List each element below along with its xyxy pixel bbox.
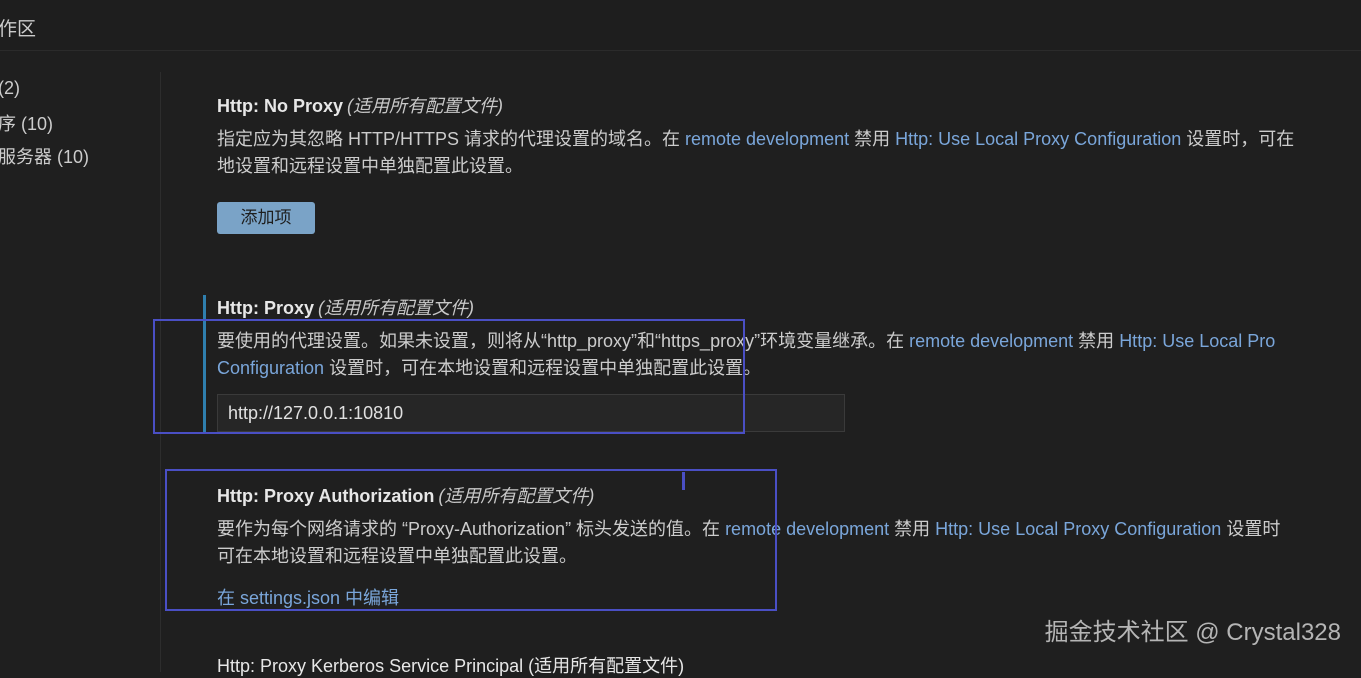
- setting-scope: (适用所有配置文件): [318, 298, 475, 318]
- desc-text: 地设置和远程设置中单独配置此设置。: [217, 156, 523, 176]
- setting-proxy: Http: Proxy (适用所有配置文件) 要使用的代理设置。如果未设置，则将从…: [217, 294, 1275, 382]
- remote-development-link[interactable]: remote development: [725, 519, 889, 539]
- setting-title: Http: Proxy Authorization (适用所有配置文件): [217, 482, 1280, 508]
- use-local-proxy-link[interactable]: Http: Use Local Proxy Configuration: [935, 519, 1221, 539]
- desc-text: 设置时: [1221, 519, 1281, 539]
- use-local-proxy-link[interactable]: Http: Use Local Proxy Configuration: [895, 129, 1181, 149]
- desc-text: 指定应为其忽略 HTTP/HTTPS 请求的代理设置的域名。在: [217, 129, 685, 149]
- setting-proxy-authorization: Http: Proxy Authorization (适用所有配置文件) 要作为每…: [217, 482, 1280, 570]
- remote-development-link[interactable]: remote development: [909, 331, 1073, 351]
- settings-scope-tab[interactable]: 作区: [0, 14, 36, 41]
- setting-scope: (适用所有配置文件): [438, 486, 595, 506]
- use-local-proxy-link[interactable]: Http: Use Local Pro: [1119, 331, 1275, 351]
- add-item-button[interactable]: 添加项: [217, 202, 315, 234]
- setting-title-next: Http: Proxy Kerberos Service Principal (…: [217, 656, 685, 676]
- setting-scope: (适用所有配置文件): [347, 96, 503, 116]
- setting-description: 要作为每个网络请求的 “Proxy-Authorization” 标头发送的值。…: [217, 516, 1280, 570]
- setting-name: Http: No Proxy: [217, 96, 343, 116]
- toc-item[interactable]: 序 (10): [0, 110, 53, 136]
- edit-in-settings-json-link[interactable]: 在 settings.json 中编辑: [217, 584, 399, 610]
- toc-divider: [160, 72, 161, 672]
- use-local-proxy-link[interactable]: Configuration: [217, 358, 324, 378]
- desc-text: 禁用: [849, 129, 896, 149]
- desc-text: 要使用的代理设置。如果未设置，则将从“http_proxy”和“https_pr…: [217, 331, 910, 351]
- setting-name: Http: Proxy Authorization: [217, 486, 435, 506]
- setting-title: Http: No Proxy (适用所有配置文件): [217, 92, 1294, 118]
- watermark: 掘金技术社区 @ Crystal328: [1044, 619, 1341, 646]
- desc-text: 禁用: [1073, 331, 1120, 351]
- desc-text: 设置时，可在: [1181, 129, 1295, 149]
- remote-development-link[interactable]: remote development: [685, 129, 849, 149]
- editor-tab-strip: 作区: [0, 0, 1361, 51]
- setting-description: 要使用的代理设置。如果未设置，则将从“http_proxy”和“https_pr…: [217, 328, 1275, 382]
- setting-name: Http: Proxy: [217, 298, 315, 318]
- toc-item[interactable]: (2): [0, 78, 20, 99]
- desc-text: 设置时，可在本地设置和远程设置中单独配置此设置。: [324, 358, 762, 378]
- modified-indicator: [203, 295, 206, 432]
- setting-no-proxy: Http: No Proxy (适用所有配置文件) 指定应为其忽略 HTTP/HT…: [217, 92, 1294, 180]
- proxy-input[interactable]: http://127.0.0.1:10810: [217, 394, 845, 432]
- annotation-mark: [682, 472, 685, 490]
- setting-title: Http: Proxy (适用所有配置文件): [217, 294, 1275, 320]
- toc-item[interactable]: 服务器 (10): [0, 143, 89, 169]
- desc-text: 要作为每个网络请求的 “Proxy-Authorization” 标头发送的值。…: [217, 519, 726, 539]
- setting-description: 指定应为其忽略 HTTP/HTTPS 请求的代理设置的域名。在 remote d…: [217, 126, 1294, 180]
- desc-text: 可在本地设置和远程设置中单独配置此设置。: [217, 546, 577, 566]
- desc-text: 禁用: [889, 519, 936, 539]
